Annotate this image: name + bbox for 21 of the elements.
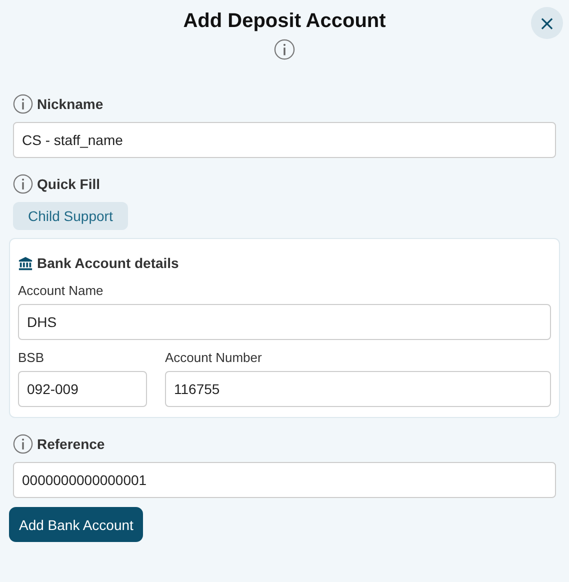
bank-icon — [18, 256, 33, 270]
field-label: Reference — [37, 436, 105, 452]
info-icon[interactable] — [13, 94, 33, 114]
info-icon[interactable] — [13, 174, 33, 194]
input-field[interactable]: 116755 — [165, 371, 551, 407]
quick-fill-button[interactable]: Child Support — [13, 202, 128, 230]
field-label: Account Name — [18, 283, 104, 298]
field-label: Account Number — [165, 350, 263, 365]
info-icon[interactable] — [274, 39, 295, 60]
field-label: Quick Fill — [37, 176, 100, 192]
input-field[interactable]: CS - staff_name — [13, 122, 556, 158]
field-label: BSB — [18, 350, 46, 365]
input-field[interactable]: 092-009 — [18, 371, 147, 407]
section-title: Bank Account details — [37, 255, 179, 271]
info-icon[interactable] — [13, 434, 33, 454]
input-field[interactable]: 0000000000000001 — [13, 462, 556, 498]
dialog-title: Add Deposit Account — [183, 10, 386, 33]
close-button[interactable]: × — [531, 7, 563, 39]
field-label: Nickname — [37, 96, 104, 112]
add-bank-account-button[interactable]: Add Bank Account — [9, 507, 144, 542]
input-field[interactable]: DHS — [18, 304, 551, 340]
